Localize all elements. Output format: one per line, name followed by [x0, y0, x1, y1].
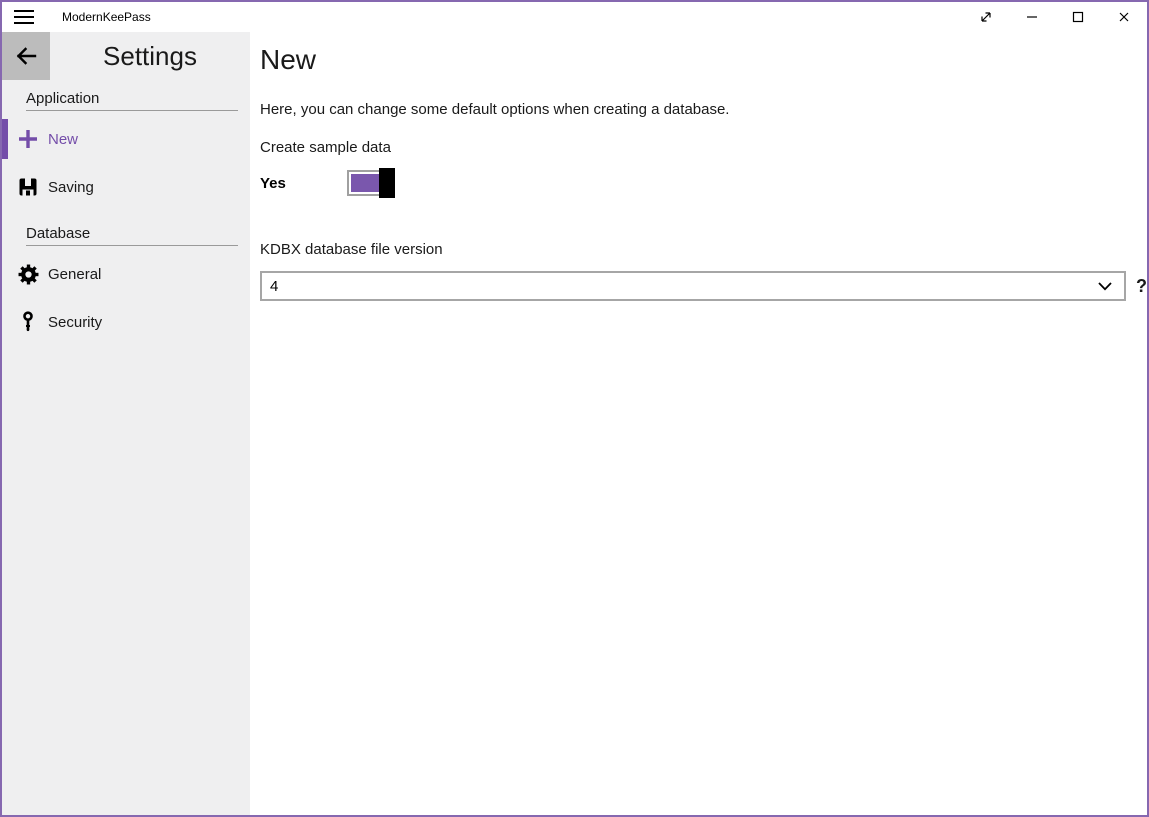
minimize-icon [1024, 9, 1040, 25]
sidebar-item-saving[interactable]: Saving [2, 167, 250, 207]
kdbx-version-label: KDBX database file version [260, 241, 1147, 258]
close-button[interactable] [1101, 2, 1147, 32]
section-label-application: Application [26, 90, 238, 111]
sidebar-item-label: Saving [48, 179, 94, 196]
selected-accent-bar [2, 119, 8, 159]
fullscreen-button[interactable] [963, 2, 1009, 32]
back-arrow-icon [14, 44, 38, 68]
gear-icon [16, 262, 40, 286]
minimize-button[interactable] [1009, 2, 1055, 32]
create-sample-data-toggle[interactable] [347, 170, 395, 196]
section-label-database: Database [26, 225, 238, 246]
page-title: New [260, 44, 1147, 76]
toggle-thumb[interactable] [379, 168, 395, 198]
window-controls [963, 2, 1147, 32]
close-icon [1116, 9, 1132, 25]
chevron-down-icon [1098, 282, 1112, 291]
app-title: ModernKeePass [62, 10, 151, 24]
sidebar-item-label: New [48, 131, 78, 148]
sidebar-item-general[interactable]: General [2, 254, 250, 294]
maximize-button[interactable] [1055, 2, 1101, 32]
sidebar-item-label: General [48, 266, 101, 283]
settings-sidebar: Settings Application New [2, 32, 250, 815]
app-window: ModernKeePass [0, 0, 1149, 817]
settings-new-page: New Here, you can change some default op… [250, 32, 1147, 815]
dropdown-selected-value: 4 [270, 278, 1098, 295]
save-icon [16, 175, 40, 199]
maximize-icon [1070, 9, 1086, 25]
toggle-state-label: Yes [260, 175, 347, 192]
back-button[interactable] [2, 32, 50, 80]
page-description: Here, you can change some default option… [260, 101, 1147, 118]
sidebar-item-label: Security [48, 314, 102, 331]
help-button[interactable]: ? [1136, 276, 1147, 297]
sidebar-heading: Settings [50, 32, 250, 80]
key-icon [16, 310, 40, 334]
hamburger-menu-icon[interactable] [2, 2, 50, 32]
fullscreen-icon [978, 9, 994, 25]
titlebar: ModernKeePass [2, 2, 1147, 32]
plus-icon [16, 127, 40, 151]
create-sample-data-label: Create sample data [260, 139, 1147, 156]
sidebar-item-new[interactable]: New [2, 119, 250, 159]
kdbx-version-dropdown[interactable]: 4 [260, 271, 1126, 301]
sidebar-item-security[interactable]: Security [2, 302, 250, 342]
